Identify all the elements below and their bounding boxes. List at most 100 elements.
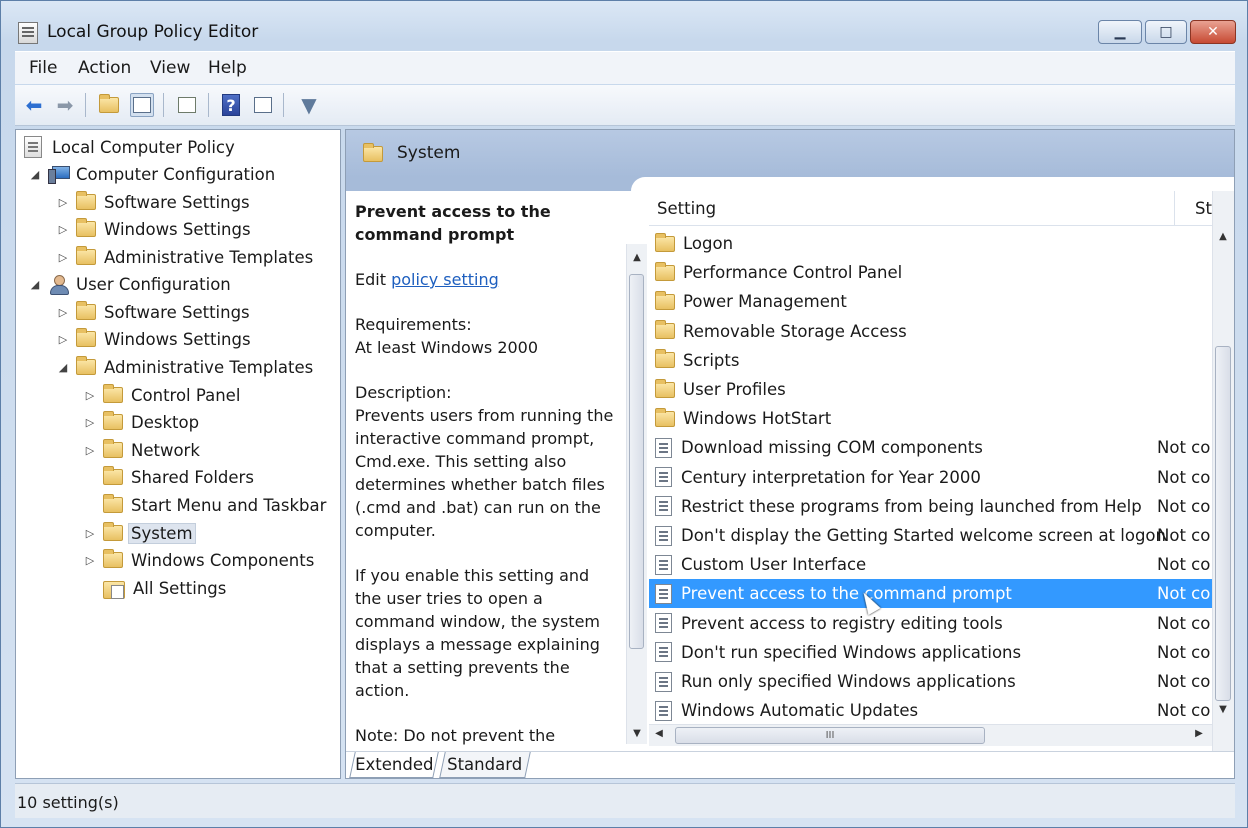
list-item-setting[interactable]: Don't run specified Windows applications… [649, 638, 1212, 667]
policy-setting-icon [655, 613, 672, 634]
edit-policy-setting-link[interactable]: policy setting [391, 270, 499, 289]
tree-item-start-menu-and-taskbar[interactable]: Start Menu and Taskbar [83, 492, 326, 518]
close-button[interactable]: ✕ [1190, 20, 1236, 44]
list-item-folder[interactable]: Power Management [649, 287, 1212, 316]
scroll-up-arrow-icon[interactable]: ▲ [1215, 231, 1231, 242]
folder-icon [103, 494, 123, 513]
list-item-folder[interactable]: Windows HotStart [649, 404, 1212, 433]
tree-item-windows-components[interactable]: ▷ Windows Components [83, 547, 314, 573]
list-item-state: Not co [1157, 672, 1211, 691]
collapsed-arrow-icon[interactable]: ▷ [56, 223, 70, 236]
tab-standard[interactable]: Standard [439, 752, 531, 778]
collapsed-arrow-icon[interactable]: ▷ [83, 416, 97, 429]
policy-setting-icon [655, 554, 672, 575]
list-horizontal-scrollbar[interactable]: ◀ III ▶ [649, 724, 1212, 746]
folder-icon [655, 349, 675, 369]
list-item-setting[interactable]: Restrict these programs from being launc… [649, 492, 1212, 521]
policy-setting-icon [655, 671, 672, 692]
list-vertical-scroll-thumb[interactable] [1215, 346, 1231, 701]
folder-icon [76, 301, 96, 320]
tree-item-computer-configuration[interactable]: ◢ Computer Configuration [28, 161, 275, 187]
list-item-folder[interactable]: Scripts [649, 346, 1212, 375]
collapsed-arrow-icon[interactable]: ▷ [83, 444, 97, 457]
tree-item-all-settings[interactable]: All Settings [83, 575, 226, 601]
list-item-folder[interactable]: Performance Control Panel [649, 258, 1212, 287]
tree-item-uc-software-settings[interactable]: ▷ Software Settings [56, 299, 250, 325]
scroll-right-arrow-icon[interactable]: ▶ [1191, 728, 1207, 739]
list-item-state: Not co [1157, 438, 1211, 458]
menu-file[interactable]: File [29, 58, 57, 78]
description-scroll-thumb[interactable] [629, 274, 644, 649]
tree-item-cc-windows-settings[interactable]: ▷ Windows Settings [56, 216, 251, 242]
list-item-label: Power Management [683, 292, 847, 312]
tree-item-uc-windows-settings[interactable]: ▷ Windows Settings [56, 326, 251, 352]
list-item-setting[interactable]: Windows Automatic Updates Not co [649, 696, 1212, 725]
list-item-state: Not co [1157, 613, 1211, 633]
maximize-icon: □ [1159, 24, 1173, 40]
collapsed-arrow-icon[interactable]: ▷ [56, 333, 70, 346]
tree-item-user-configuration[interactable]: ◢ User Configuration [28, 271, 231, 297]
tree-item-uc-administrative-templates[interactable]: ◢ Administrative Templates [56, 354, 313, 380]
list-item-setting[interactable]: Prevent access to the command prompt Not … [649, 579, 1212, 609]
back-arrow-icon[interactable]: ⬅ [22, 93, 46, 117]
collapsed-arrow-icon[interactable]: ▷ [56, 196, 70, 209]
list-horizontal-scroll-thumb[interactable]: III [675, 727, 985, 744]
column-header-setting[interactable]: Setting [657, 199, 716, 218]
collapsed-arrow-icon[interactable]: ▷ [56, 251, 70, 264]
list-item-folder[interactable]: Removable Storage Access [649, 317, 1212, 346]
tree-item-system[interactable]: ▷ System [83, 520, 196, 546]
list-item-setting[interactable]: Century interpretation for Year 2000 Not … [649, 463, 1212, 492]
help-icon[interactable]: ? [219, 93, 243, 117]
menu-view[interactable]: View [150, 58, 190, 78]
filter-icon[interactable]: ▼ [297, 93, 321, 117]
expanded-arrow-icon[interactable]: ◢ [56, 361, 70, 374]
forward-arrow-icon[interactable]: ➡ [53, 93, 77, 117]
up-folder-icon[interactable] [97, 93, 121, 117]
collapsed-arrow-icon[interactable]: ▷ [83, 527, 97, 540]
console-tree[interactable]: Local Computer Policy ◢ Computer Configu… [15, 129, 341, 779]
collapsed-arrow-icon[interactable]: ▷ [56, 306, 70, 319]
tree-item-desktop[interactable]: ▷ Desktop [83, 409, 199, 435]
list-item-setting[interactable]: Custom User Interface Not co [649, 550, 1212, 579]
list-item-folder[interactable]: User Profiles [649, 375, 1212, 404]
toolbar-separator [85, 93, 86, 117]
tab-extended[interactable]: Extended [349, 752, 439, 778]
scroll-up-arrow-icon[interactable]: ▲ [629, 252, 645, 263]
expanded-arrow-icon[interactable]: ◢ [28, 278, 42, 291]
list-column-headers: Setting St [649, 191, 1212, 226]
enable-explanation: If you enable this setting and the user … [355, 566, 601, 700]
scroll-down-arrow-icon[interactable]: ▼ [629, 728, 645, 739]
maximize-button[interactable]: □ [1145, 20, 1187, 44]
list-item-label: Windows HotStart [683, 409, 832, 429]
folder-icon [76, 328, 96, 347]
list-vertical-scrollbar[interactable]: ▲ ▼ [1212, 191, 1234, 751]
list-item-state: Not co [1157, 701, 1211, 721]
collapsed-arrow-icon[interactable]: ▷ [83, 389, 97, 402]
show-hide-console-tree-icon[interactable] [130, 93, 154, 117]
list-item-setting[interactable]: Run only specified Windows applications N… [649, 667, 1212, 696]
list-item-label: Logon [683, 234, 734, 253]
tree-item-local-computer-policy[interactable]: Local Computer Policy [24, 134, 235, 160]
description-scrollbar[interactable]: ▲ ▼ [626, 244, 647, 744]
properties-icon[interactable] [251, 93, 275, 117]
column-header-state[interactable]: St [1195, 199, 1212, 218]
tree-item-cc-software-settings[interactable]: ▷ Software Settings [56, 189, 250, 215]
tree-item-control-panel[interactable]: ▷ Control Panel [83, 382, 240, 408]
menu-action[interactable]: Action [78, 58, 131, 78]
collapsed-arrow-icon[interactable]: ▷ [83, 554, 97, 567]
scroll-left-arrow-icon[interactable]: ◀ [651, 728, 667, 739]
list-item-label: Don't display the Getting Started welcom… [681, 526, 1166, 545]
scroll-down-arrow-icon[interactable]: ▼ [1215, 704, 1231, 715]
minimize-button[interactable]: ▁ [1098, 20, 1142, 44]
title-bar[interactable]: Local Group Policy Editor ▁ □ ✕ [1, 1, 1247, 47]
list-item-setting[interactable]: Don't display the Getting Started welcom… [649, 521, 1212, 550]
list-item-setting[interactable]: Download missing COM components Not co [649, 433, 1212, 462]
tree-item-shared-folders[interactable]: Shared Folders [83, 464, 254, 490]
expanded-arrow-icon[interactable]: ◢ [28, 168, 42, 181]
list-item-folder[interactable]: Logon [649, 229, 1212, 258]
list-item-setting[interactable]: Prevent access to registry editing tools… [649, 609, 1212, 638]
export-list-icon[interactable] [175, 93, 199, 117]
tree-item-network[interactable]: ▷ Network [83, 437, 200, 463]
tree-item-cc-administrative-templates[interactable]: ▷ Administrative Templates [56, 244, 313, 270]
menu-help[interactable]: Help [208, 58, 247, 78]
